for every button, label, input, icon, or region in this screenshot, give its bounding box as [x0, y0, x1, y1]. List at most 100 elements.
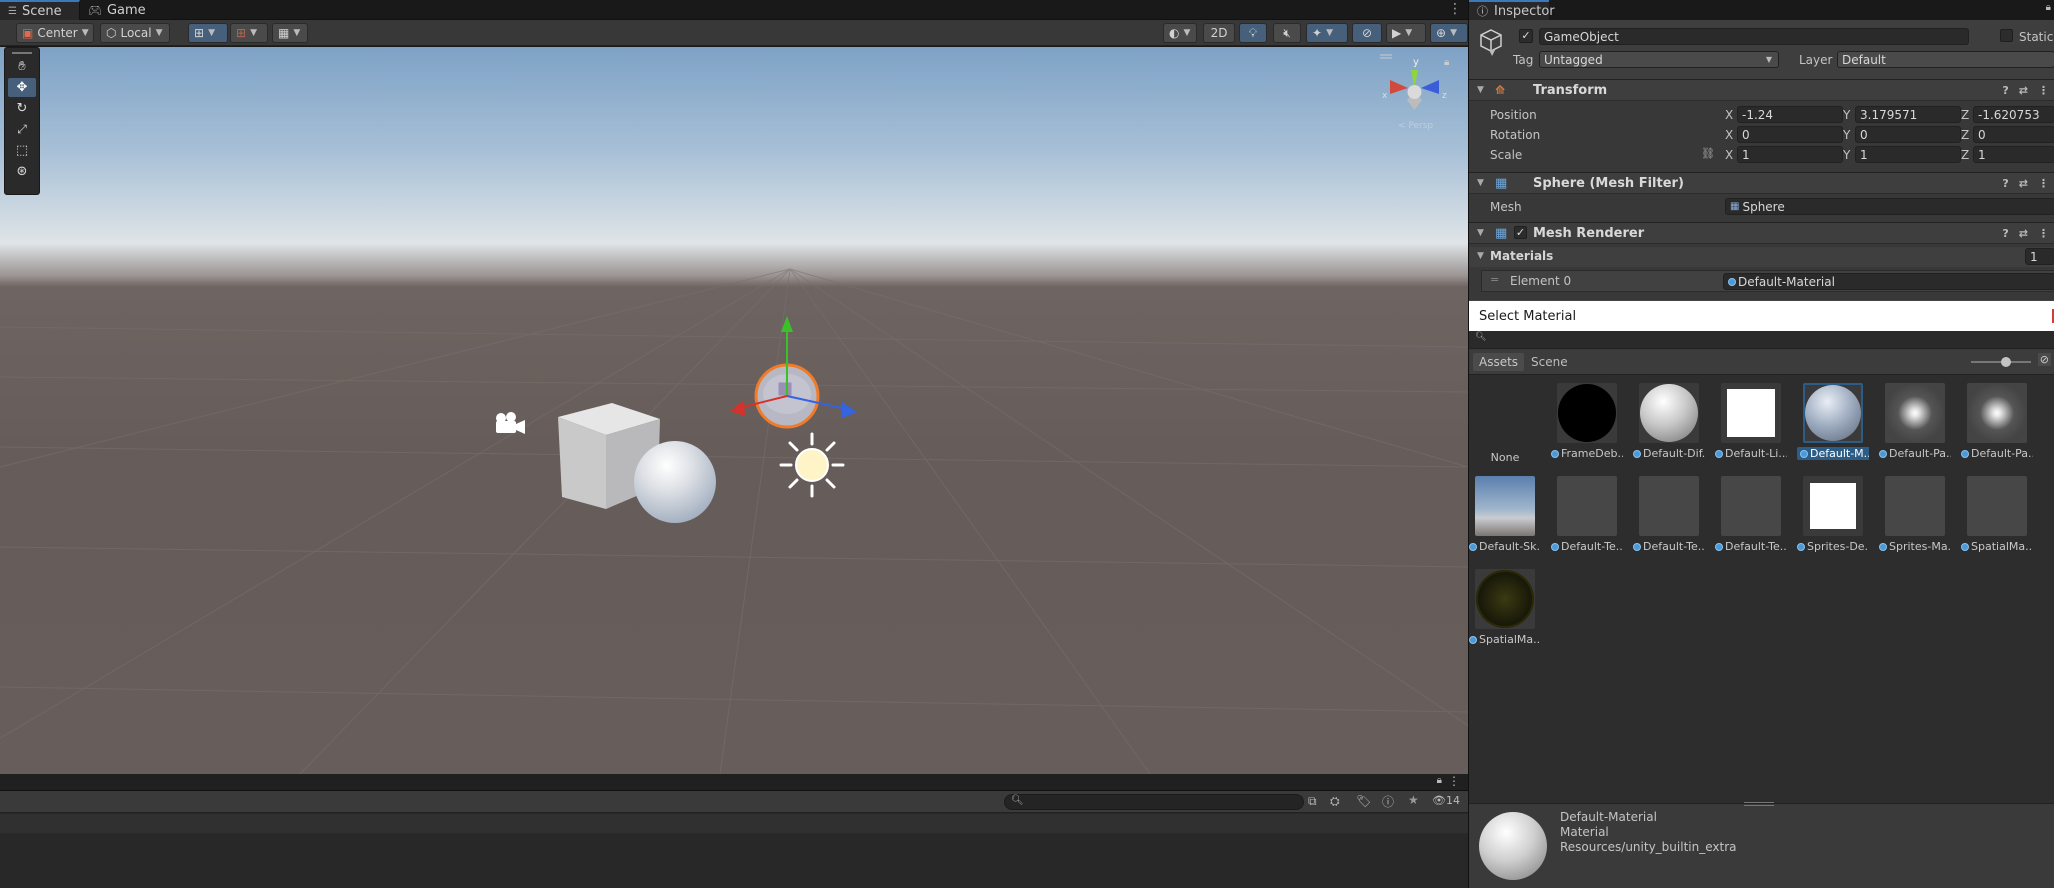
material-item-label: Sprites-De...: [1797, 540, 1869, 553]
hand-tool-button[interactable]: ✋︎: [8, 57, 36, 76]
grid-visibility-button[interactable]: ▦ ▼: [272, 23, 308, 43]
info-icon[interactable]: ⓘ: [1382, 793, 1394, 810]
lighting-toggle[interactable]: 💡︎: [1239, 23, 1267, 43]
position-y-input[interactable]: 3.179571: [1855, 106, 1961, 123]
material-item[interactable]: Default-Li...: [1715, 375, 1787, 465]
lock-icon[interactable]: 🔒︎: [1444, 57, 1449, 68]
position-z-input[interactable]: -1.620753: [1973, 106, 2054, 123]
space-dropdown[interactable]: ⬡ Local ▼: [100, 23, 170, 43]
material-item[interactable]: Default-Te...: [1551, 468, 1623, 558]
preset-icon[interactable]: ⇄: [2019, 227, 2028, 240]
select-material-titlebar[interactable]: Select Material: [1469, 300, 2054, 331]
rotation-x-input[interactable]: 0: [1737, 126, 1843, 143]
material-item[interactable]: Default-Pa...: [1879, 375, 1951, 465]
increment-snap-button[interactable]: ⊞ ▼: [230, 23, 268, 43]
camera-icon[interactable]: [492, 411, 528, 437]
draw-mode-button[interactable]: ◐ ▼: [1163, 23, 1197, 43]
mesh-renderer-enabled-checkbox[interactable]: ✓: [1514, 226, 1527, 239]
tab-game[interactable]: 🎮︎ Game: [80, 0, 152, 20]
gizmos-button[interactable]: ⊕ ▼: [1430, 23, 1468, 43]
eye-slash-icon[interactable]: ⊘: [2037, 353, 2051, 366]
material-item[interactable]: Default-Sk...: [1469, 468, 1541, 558]
tab-assets[interactable]: Assets: [1473, 353, 1525, 371]
more-options-icon[interactable]: ⋮: [2038, 227, 2049, 240]
more-options-icon[interactable]: ⋮: [2038, 177, 2049, 190]
scale-y-input[interactable]: 1: [1855, 146, 1961, 163]
material-item[interactable]: SpatialMa...: [1961, 468, 2033, 558]
effects-toggle[interactable]: ✦ ▼: [1306, 23, 1348, 43]
gameobject-active-checkbox[interactable]: ✓: [1519, 29, 1533, 43]
scale-x-input[interactable]: 1: [1737, 146, 1843, 163]
scene-viewport[interactable]: ✋︎ ✥ ↻ ⤢ ⬚ ⊛ y x z < Persp 🔒︎: [0, 47, 1468, 774]
material-item[interactable]: Default-Te...: [1715, 468, 1787, 558]
material-item[interactable]: SpatialMa...: [1469, 561, 1541, 651]
sphere-object[interactable]: [634, 441, 716, 523]
tag-dropdown[interactable]: Untagged ▼: [1539, 51, 1779, 68]
material-item-selected[interactable]: Default-M...: [1797, 375, 1869, 465]
materials-foldout[interactable]: ▼ Materials 1: [1469, 247, 2054, 267]
rotation-y-input[interactable]: 0: [1855, 126, 1961, 143]
gameobject-name-input[interactable]: GameObject: [1539, 28, 1969, 45]
material-item[interactable]: Default-Te...: [1633, 468, 1705, 558]
console-search-input[interactable]: 🔍︎: [1004, 794, 1304, 810]
link-icon[interactable]: ⛓︎: [1701, 147, 1715, 160]
audio-toggle[interactable]: 🔇︎: [1273, 23, 1301, 43]
tab-inspector[interactable]: ⓘ Inspector: [1469, 0, 1555, 20]
chevron-down-icon[interactable]: ▼: [1489, 48, 1495, 57]
drag-handle-icon[interactable]: =: [1490, 273, 1499, 286]
tab-scene-materials[interactable]: Scene: [1525, 353, 1574, 371]
scene-visibility-toggle[interactable]: ⊘: [1352, 23, 1382, 43]
preset-icon[interactable]: ⇄: [2019, 84, 2028, 97]
static-checkbox[interactable]: [2000, 29, 2013, 42]
camera-settings-button[interactable]: ▶ ▼: [1386, 23, 1426, 43]
material-item[interactable]: Default-Dif...: [1633, 375, 1705, 465]
material-search-input[interactable]: 🔍︎: [1469, 331, 2054, 349]
transform-header[interactable]: ▼ ⟰ Transform ? ⇄ ⋮: [1469, 79, 2054, 101]
materials-count-input[interactable]: 1: [2025, 248, 2054, 265]
tab-scene[interactable]: ☰ Scene: [0, 0, 80, 20]
zoom-slider[interactable]: [1971, 357, 2031, 367]
transform-tool-button[interactable]: ⊛: [8, 162, 36, 181]
type-filter-icon[interactable]: ⛭: [1330, 794, 1340, 809]
mesh-filter-header[interactable]: ▼ ▦ Sphere (Mesh Filter) ? ⇄ ⋮: [1469, 172, 2054, 194]
help-icon[interactable]: ?: [2002, 227, 2008, 240]
rotation-z-input[interactable]: 0: [1973, 126, 2054, 143]
element-0-object-field[interactable]: Default-Material: [1723, 273, 2054, 290]
more-options-icon[interactable]: ⋮: [1448, 774, 1460, 788]
label-filter-icon[interactable]: 🏷︎: [1356, 794, 1371, 808]
help-icon[interactable]: ?: [2002, 84, 2008, 97]
grid-snap-button[interactable]: ⊞ ▼: [188, 23, 228, 43]
move-icon: ✥: [16, 80, 28, 95]
move-tool-button[interactable]: ✥: [8, 78, 36, 97]
material-item[interactable]: Sprites-De...: [1797, 468, 1869, 558]
move-gizmo[interactable]: [712, 302, 882, 442]
filter-icon[interactable]: ⧉: [1308, 794, 1317, 809]
material-item[interactable]: Sprites-Ma...: [1879, 468, 1951, 558]
pivot-dropdown[interactable]: ▣ Center ▼: [16, 23, 94, 43]
star-icon[interactable]: ★: [1408, 793, 1419, 807]
more-options-icon[interactable]: ⋮: [1448, 1, 1462, 17]
mesh-renderer-header[interactable]: ▼ ▦ ✓ Mesh Renderer ? ⇄ ⋮: [1469, 222, 2054, 244]
zoom-slider-handle[interactable]: [2001, 357, 2011, 367]
toggle-2d-button[interactable]: 2D: [1203, 23, 1235, 43]
lock-icon[interactable]: 🔒︎: [2046, 2, 2051, 13]
preview-drag-handle[interactable]: [1744, 802, 1774, 806]
palette-drag-handle[interactable]: [12, 52, 32, 54]
scale-tool-button[interactable]: ⤢: [8, 120, 36, 139]
lightbulb-icon: 💡︎: [1248, 25, 1258, 40]
visibility-count[interactable]: 👁︎14: [1432, 794, 1460, 807]
material-item-none[interactable]: None: [1469, 375, 1541, 465]
lock-icon[interactable]: 🔒︎: [1437, 775, 1442, 786]
rect-tool-button[interactable]: ⬚: [8, 141, 36, 160]
help-icon[interactable]: ?: [2002, 177, 2008, 190]
layer-dropdown[interactable]: Default: [1837, 51, 2054, 68]
more-options-icon[interactable]: ⋮: [2038, 84, 2049, 97]
scale-z-input[interactable]: 1: [1973, 146, 2054, 163]
material-item-label: Default-Sk...: [1469, 540, 1541, 553]
position-x-input[interactable]: -1.24: [1737, 106, 1843, 123]
preset-icon[interactable]: ⇄: [2019, 177, 2028, 190]
mesh-object-field[interactable]: ▦ Sphere: [1725, 198, 2054, 215]
material-item[interactable]: FrameDeb...: [1551, 375, 1623, 465]
rotate-tool-button[interactable]: ↻: [8, 99, 36, 118]
material-item[interactable]: Default-Pa...: [1961, 375, 2033, 465]
